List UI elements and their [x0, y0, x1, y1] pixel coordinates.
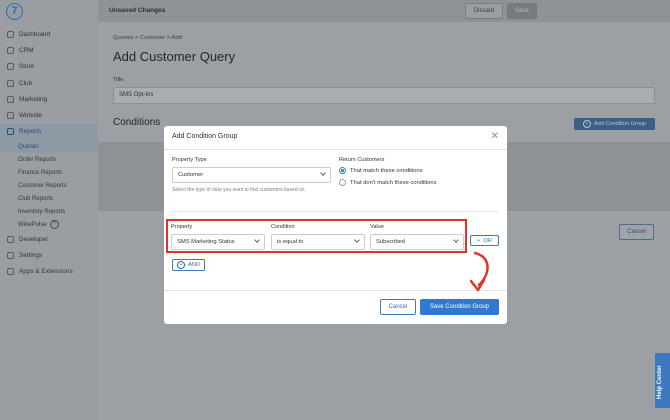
sidebar-item-marketing[interactable]: Marketing — [0, 91, 98, 107]
conditions-heading: Conditions — [113, 117, 161, 128]
sidebar-item-developer[interactable]: Developer — [0, 231, 98, 247]
highlight-box — [166, 219, 467, 253]
modal-header: Add Condition Group ✕ — [164, 126, 507, 150]
title-input[interactable]: SMS Opt-Ins — [113, 87, 655, 104]
plus-circle-icon: + — [582, 120, 591, 128]
sidebar-item-settings[interactable]: Settings — [0, 247, 98, 263]
developer-icon — [7, 235, 14, 243]
return-customers-label: Return Customers — [339, 157, 385, 163]
sidebar-item-label: Marketing — [19, 95, 48, 103]
sidebar-subitem-customer-reports[interactable]: Customer Reports — [0, 179, 98, 192]
add-condition-group-button[interactable]: + Add Condition Group — [574, 118, 655, 130]
radio-label: That match these conditions — [350, 167, 423, 174]
sidebar-item-website[interactable]: Website — [0, 107, 98, 123]
sidebar-subitem-winepulse[interactable]: WinePulse? — [0, 218, 98, 231]
sidebar-subitem-finance-reports[interactable]: Finance Reports — [0, 166, 98, 179]
property-type-help: Select the type of data you want to find… — [172, 187, 305, 193]
sidebar-subitem-club-reports[interactable]: Club Reports — [0, 192, 98, 205]
sidebar-item-label: Reports — [19, 128, 42, 136]
sidebar-item-reports[interactable]: Reports — [0, 123, 98, 141]
modal-footer-divider — [164, 290, 507, 291]
sidebar-item-apps[interactable]: Apps & Extensions — [0, 264, 98, 280]
reports-icon — [7, 128, 14, 136]
discard-button[interactable]: Discard — [465, 3, 503, 19]
sidebar-item-label: Settings — [19, 252, 43, 260]
property-type-select[interactable]: Customer — [172, 167, 331, 183]
button-label: OR — [483, 237, 492, 244]
modal-title: Add Condition Group — [172, 133, 238, 140]
page-title: Add Customer Query — [113, 49, 236, 64]
sidebar-item-store[interactable]: Store — [0, 59, 98, 75]
radio-label: That don't match these conditions — [350, 179, 437, 186]
unsaved-status: Unsaved Changes — [109, 7, 166, 14]
button-label: Add Condition Group — [593, 121, 647, 127]
chevron-down-icon — [320, 170, 326, 176]
branch-icon: ⑂ — [477, 237, 481, 244]
breadcrumb-customer[interactable]: Customer — [140, 35, 165, 41]
store-icon — [7, 63, 14, 71]
radio-not-match[interactable]: That don't match these conditions — [339, 179, 437, 186]
or-button[interactable]: ⑂ OR — [470, 235, 499, 246]
breadcrumb: Queries > Customer > Add — [113, 35, 182, 41]
sidebar-subitem-inventory-reports[interactable]: Inventory Reports — [0, 205, 98, 218]
modal-cancel-button[interactable]: Cancel — [380, 299, 416, 315]
radio-unselected-icon[interactable] — [339, 179, 346, 186]
sidebar-item-label: WinePulse — [18, 221, 47, 228]
dashboard-icon — [7, 30, 14, 38]
breadcrumb-add: Add — [171, 35, 182, 41]
radio-match[interactable]: That match these conditions — [339, 167, 423, 174]
select-value: Customer — [178, 172, 204, 178]
and-button[interactable]: + AND — [172, 259, 205, 271]
divider — [172, 211, 499, 212]
help-center-label: Help Center — [657, 365, 663, 399]
sidebar-item-label: Website — [19, 112, 42, 120]
save-button[interactable]: Save — [507, 3, 537, 19]
sidebar-item-label: Apps & Extensions — [19, 268, 73, 276]
save-condition-group-button[interactable]: Save Condition Group — [420, 299, 499, 315]
sidebar-item-label: CRM — [19, 46, 34, 54]
sidebar-nav: Dashboard CRM Store Club Marketing Websi… — [0, 26, 98, 280]
crm-icon — [7, 46, 14, 54]
close-icon[interactable]: ✕ — [491, 131, 499, 142]
sidebar-subitem-queries[interactable]: Queries — [0, 140, 98, 154]
add-condition-group-modal: Add Condition Group ✕ Property Type Cust… — [164, 126, 507, 324]
sidebar: 7 Dashboard CRM Store Club Marketing Web… — [0, 0, 98, 420]
marketing-icon — [7, 95, 14, 103]
button-label: AND — [188, 262, 200, 268]
apps-icon — [7, 268, 14, 276]
sidebar-item-label: Club — [19, 79, 33, 87]
radio-selected-icon[interactable] — [339, 167, 346, 174]
sidebar-subitem-order-reports[interactable]: Order Reports — [0, 153, 98, 166]
title-label: Title — [113, 77, 124, 83]
property-type-label: Property Type — [172, 157, 207, 163]
sidebar-item-club[interactable]: Club — [0, 75, 98, 91]
help-circle-icon: ? — [49, 220, 59, 230]
sidebar-item-label: Dashboard — [19, 30, 51, 38]
sidebar-item-label: Developer — [19, 235, 49, 243]
help-center-tab[interactable]: Help Center — [655, 353, 670, 408]
sidebar-item-label: Store — [19, 63, 35, 71]
settings-icon — [7, 252, 14, 260]
sidebar-item-dashboard[interactable]: Dashboard — [0, 26, 98, 42]
app-logo[interactable]: 7 — [6, 3, 23, 20]
top-bar: Unsaved Changes Discard Save — [98, 0, 670, 22]
annotation-arrow-icon — [469, 251, 489, 292]
cancel-button[interactable]: Cancel — [619, 224, 654, 240]
breadcrumb-queries[interactable]: Queries — [113, 35, 133, 41]
plus-circle-icon: + — [177, 261, 186, 269]
club-icon — [7, 79, 14, 87]
website-icon — [7, 112, 14, 120]
sidebar-item-crm[interactable]: CRM — [0, 42, 98, 58]
